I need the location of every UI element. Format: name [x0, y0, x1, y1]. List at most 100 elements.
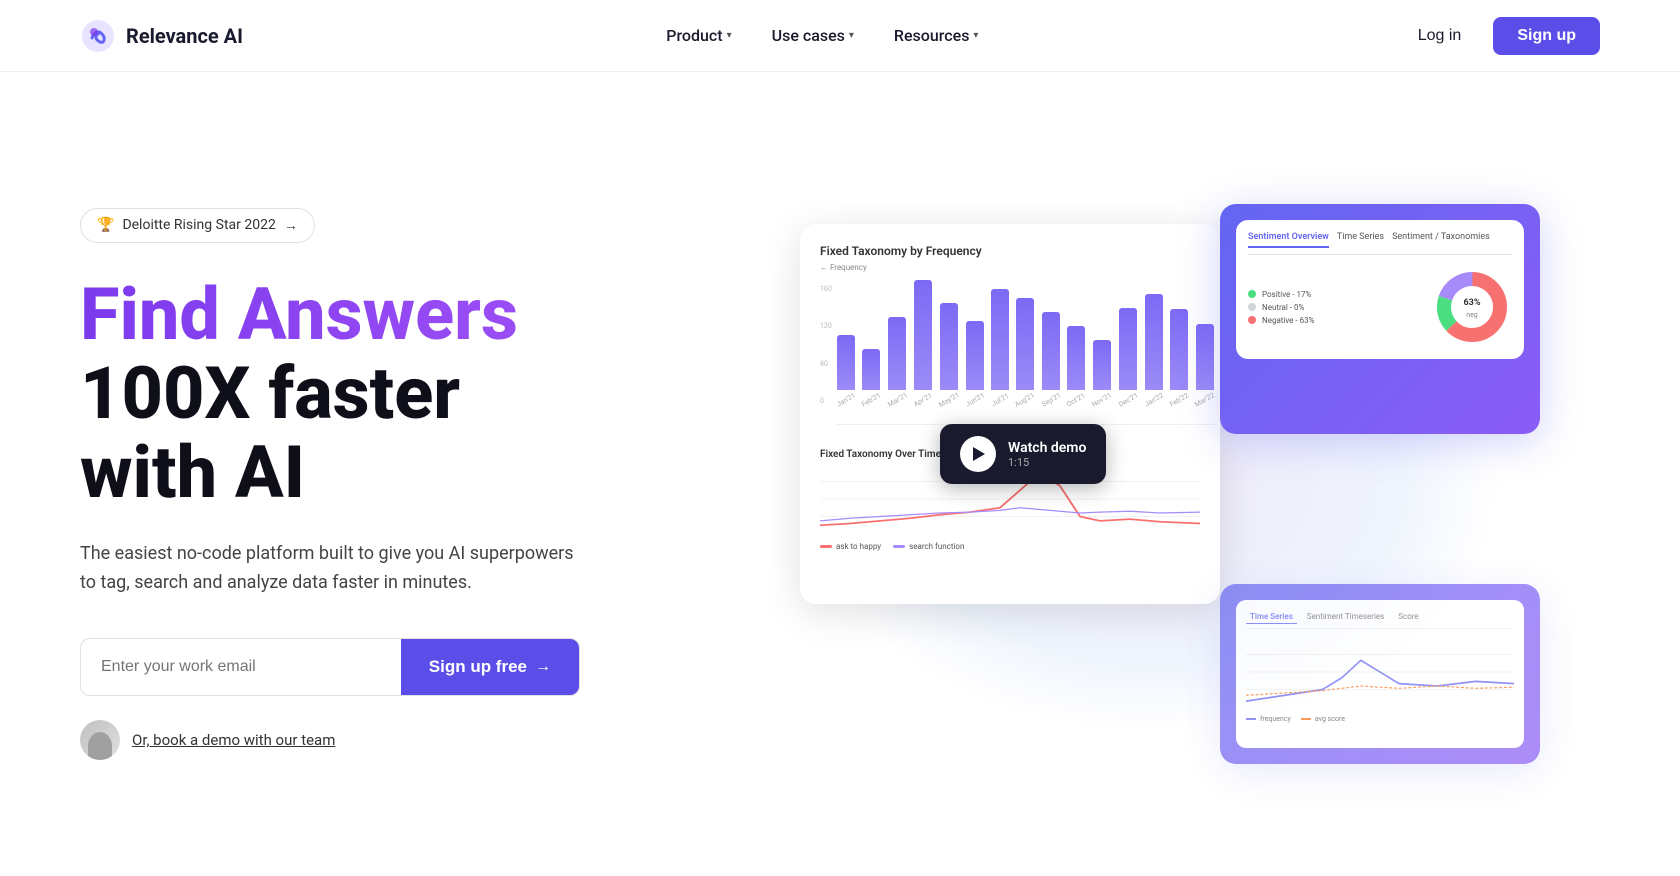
bar-group-7: Aug'21 [1014, 298, 1035, 404]
legend-color-1 [820, 545, 832, 548]
bar-group-10: Nov'21 [1091, 340, 1112, 404]
tab-time-series[interactable]: Time Series [1337, 232, 1384, 248]
logo-link[interactable]: Relevance AI [80, 18, 243, 54]
tab-ts-score[interactable]: Score [1394, 610, 1422, 624]
bar-14 [1196, 324, 1214, 390]
sentiment-legend: Positive - 17% Neutral - 0% Negative - 6… [1248, 290, 1416, 325]
bar-label-1: Feb'21 [860, 391, 882, 408]
bar-label-3: Apr'21 [912, 392, 933, 409]
sentiment-tabs: Sentiment Overview Time Series Sentiment… [1248, 232, 1512, 255]
positive-label: Positive - 17% [1262, 290, 1311, 299]
freq-color [1246, 718, 1256, 720]
bar-2 [888, 317, 906, 390]
tab-sentiment-overview[interactable]: Sentiment Overview [1248, 232, 1329, 248]
timeseries-tabs: Time Series Sentiment Timeseries Score [1246, 610, 1514, 629]
line-chart-legend: ask to happy search function [820, 542, 1200, 551]
bar-group-14: Mar'22 [1194, 324, 1215, 404]
score-color [1301, 718, 1311, 720]
legend-positive: Positive - 17% [1248, 290, 1416, 299]
bar-label-2: Mar'21 [886, 391, 909, 409]
svg-text:neg: neg [1466, 311, 1478, 319]
bar-12 [1145, 294, 1163, 390]
legend-neutral: Neutral - 0% [1248, 303, 1416, 312]
book-demo-link[interactable]: Or, book a demo with our team [132, 731, 335, 749]
bar-group-3: Apr'21 [913, 280, 933, 404]
dashboard-mockup: Fixed Taxonomy by Frequency ← Frequency … [760, 184, 1540, 784]
bar-11 [1119, 308, 1137, 391]
cta-label: Sign up free [429, 657, 527, 677]
signup-button[interactable]: Sign up [1493, 17, 1600, 55]
nav-center: Product ▾ Use cases ▾ Resources ▾ [650, 18, 994, 53]
ts-legend-score: avg score [1301, 715, 1345, 723]
neutral-label: Neutral - 0% [1262, 303, 1304, 312]
email-input[interactable] [81, 639, 401, 695]
book-demo-row: Or, book a demo with our team [80, 720, 700, 760]
bar-label-10: Nov'21 [1091, 391, 1114, 409]
hero-subtext: The easiest no-code platform built to gi… [80, 540, 580, 598]
tab-sentiment-taxonomies[interactable]: Sentiment / Taxonomies [1392, 232, 1490, 248]
main-chart-title: Fixed Taxonomy by Frequency [820, 244, 1200, 258]
score-label: avg score [1315, 715, 1345, 723]
tab-ts-sentiment[interactable]: Sentiment Timeseries [1303, 610, 1388, 624]
bar-10 [1093, 340, 1111, 390]
bar-9 [1067, 326, 1085, 390]
nav-use-cases[interactable]: Use cases ▾ [756, 18, 870, 53]
bar-group-12: Jan'22 [1144, 294, 1164, 404]
legend-item-2: search function [893, 542, 964, 551]
avatar [80, 720, 120, 760]
chart-container: 160 120 80 0 Jan'21Feb'21Mar'21Apr'21May… [820, 285, 1200, 441]
watch-demo-button[interactable]: Watch demo 1:15 [940, 424, 1106, 484]
play-triangle-icon [973, 447, 985, 461]
badge-emoji: 🏆 [97, 217, 114, 233]
arrow-icon: → [535, 658, 551, 676]
bar-3 [914, 280, 932, 390]
brand-name: Relevance AI [126, 24, 243, 48]
play-button-icon [960, 436, 996, 472]
timeseries-card-inner: Time Series Sentiment Timeseries Score [1236, 600, 1524, 748]
headline-line2: 100X faster [80, 354, 700, 433]
bar-label-8: Sep'21 [1040, 391, 1062, 408]
main-chart-subtitle: ← Frequency [820, 262, 1200, 273]
nav-product[interactable]: Product ▾ [650, 18, 747, 53]
bar-group-11: Dec'21 [1118, 308, 1139, 405]
ts-chart-svg [1246, 637, 1514, 707]
bar-label-7: Aug'21 [1014, 391, 1037, 409]
bar-label-11: Dec'21 [1117, 391, 1139, 408]
avatar-figure [88, 732, 112, 760]
svg-text:63%: 63% [1464, 298, 1481, 308]
donut-chart: 63% neg [1432, 267, 1512, 347]
badge-text: Deloitte Rising Star 2022 [122, 217, 275, 233]
award-badge[interactable]: 🏆 Deloitte Rising Star 2022 → [80, 208, 315, 243]
bar-group-2: Mar'21 [887, 317, 908, 404]
bar-0 [837, 335, 855, 390]
bar-label-5: Jun'21 [965, 391, 987, 408]
legend-color-2 [893, 545, 905, 548]
chevron-down-icon: ▾ [973, 30, 978, 41]
negative-dot [1248, 316, 1256, 324]
bar-5 [966, 321, 984, 390]
nav-resources-label: Resources [894, 26, 970, 45]
hero-right: Fixed Taxonomy by Frequency ← Frequency … [700, 184, 1600, 784]
headline-line1: Find Answers [80, 275, 700, 354]
nav-right: Log in Sign up [1402, 17, 1600, 55]
login-button[interactable]: Log in [1402, 19, 1478, 53]
watch-demo-duration: 1:15 [1008, 456, 1086, 469]
headline-line3: with AI [80, 433, 700, 512]
bar-group-9: Oct'21 [1066, 326, 1086, 404]
signup-free-button[interactable]: Sign up free → [401, 639, 579, 695]
negative-label: Negative - 63% [1262, 316, 1314, 325]
sentiment-content: Positive - 17% Neutral - 0% Negative - 6… [1248, 267, 1512, 347]
hero-section: 🏆 Deloitte Rising Star 2022 → Find Answe… [0, 72, 1680, 876]
legend-negative: Negative - 63% [1248, 316, 1416, 325]
cta-form: Sign up free → [80, 638, 580, 696]
bar-group-5: Jun'21 [965, 321, 985, 404]
tab-ts-timeseries[interactable]: Time Series [1246, 610, 1297, 624]
yaxis-zero: 0 [820, 397, 832, 405]
chevron-down-icon: ▾ [727, 30, 732, 41]
legend-label-2: search function [909, 542, 964, 551]
bar-label-13: Feb'22 [1168, 391, 1190, 408]
ts-legend-freq: frequency [1246, 715, 1291, 723]
neutral-dot [1248, 303, 1256, 311]
logo-icon [80, 18, 116, 54]
nav-resources[interactable]: Resources ▾ [878, 18, 995, 53]
